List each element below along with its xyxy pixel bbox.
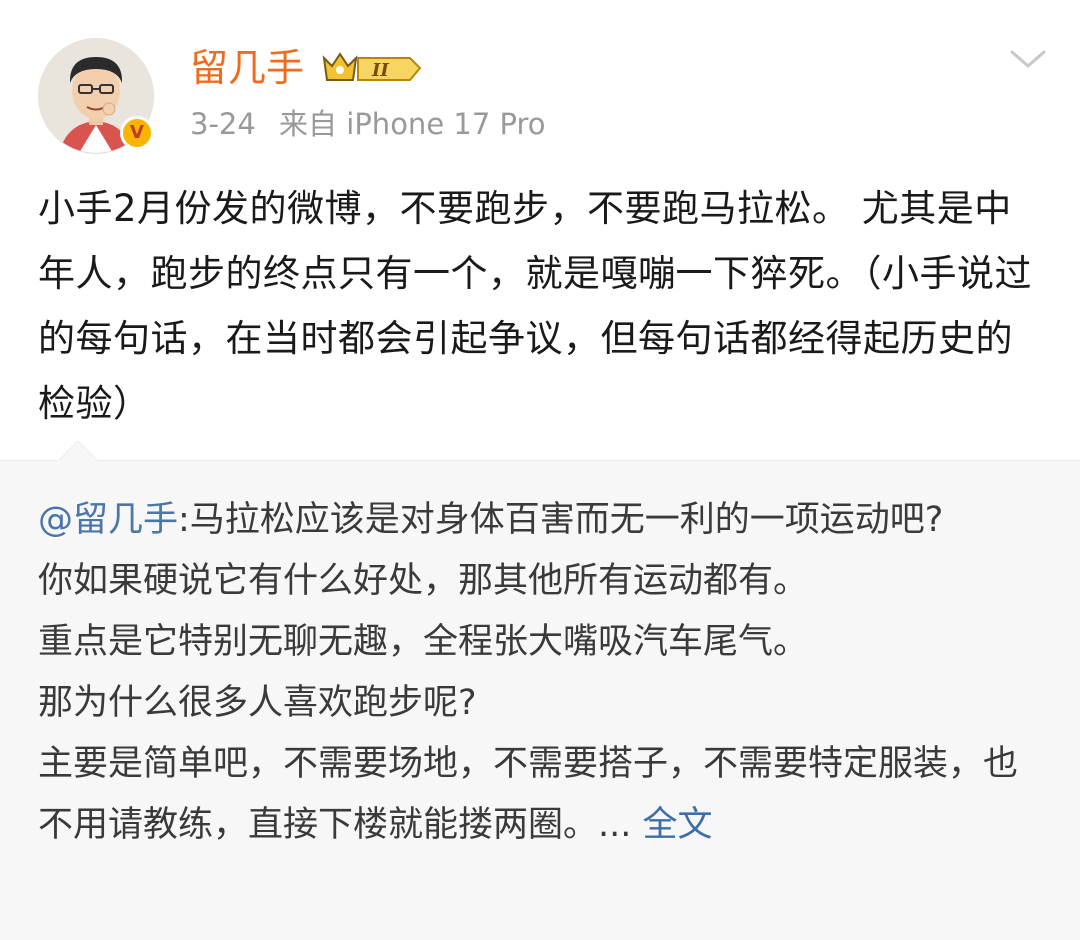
username[interactable]: 留几手 — [190, 44, 304, 92]
quoted-post-text: @留几手:马拉松应该是对身体百害而无一利的一项运动吧? 你如果硬说它有什么好处，… — [38, 490, 1042, 856]
mention-link[interactable]: @留几手 — [38, 500, 178, 540]
post-source: 来自 iPhone 17 Pro — [279, 107, 546, 141]
weibo-post: V 留几手 II 3-24 来自 iPhone 17 Pro 小手2月份发的微博… — [0, 0, 1080, 940]
post-date: 3-24 — [190, 107, 256, 141]
quote-line-1: @留几手:马拉松应该是对身体百害而无一利的一项运动吧? — [38, 500, 944, 540]
post-meta: 3-24 来自 iPhone 17 Pro — [190, 104, 560, 144]
post-body: 小手2月份发的微博，不要跑步，不要跑马拉松。 尤其是中年人，跑步的终点只有一个，… — [38, 187, 1032, 425]
quote-line-4: 那为什么很多人喜欢跑步呢? — [38, 683, 477, 723]
chevron-down-icon[interactable] — [1008, 44, 1048, 74]
full-text-link[interactable]: 全文 — [643, 805, 713, 845]
quote-line-2: 你如果硬说它有什么好处，那其他所有运动都有。 — [38, 561, 809, 601]
quote-line-5: 主要是简单吧，不需要场地，不需要搭子，不需要特定服装，也不用请教练，直接下楼就能… — [38, 744, 1019, 845]
verified-v-icon: V — [120, 116, 154, 150]
quote-line-3: 重点是它特别无聊无趣，全程张大嘴吸汽车尾气。 — [38, 622, 809, 662]
vip-crown-icon[interactable]: II — [320, 48, 424, 88]
vip-level-label: II — [371, 60, 389, 81]
quote-pointer-icon — [58, 440, 98, 461]
